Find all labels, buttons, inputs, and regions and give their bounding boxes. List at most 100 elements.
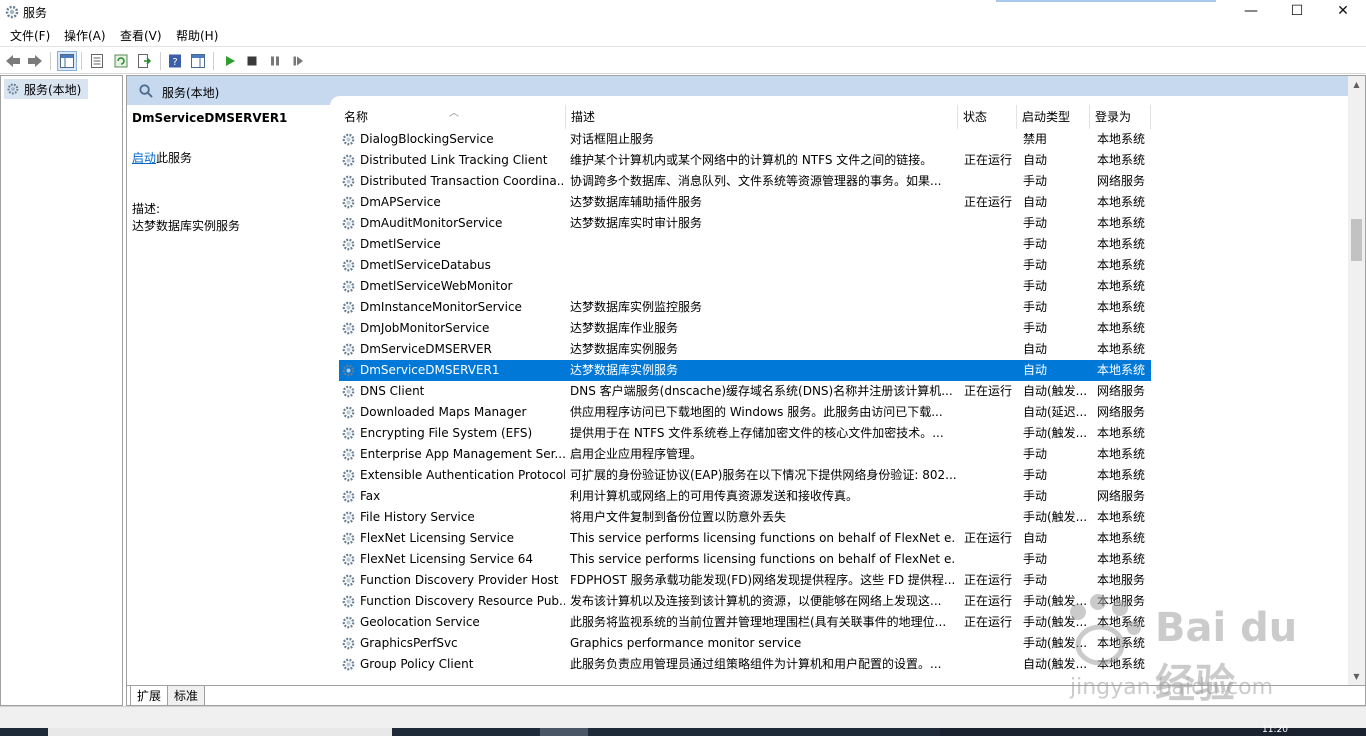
table-row[interactable]: GraphicsPerfSvc Graphics performance moni… [339,633,1151,654]
table-row[interactable]: DmetlServiceDatabus 手动 本地系统 [339,255,1151,276]
taskbar-tray [940,728,1366,736]
table-row[interactable]: FlexNet Licensing Service This service pe… [339,528,1151,549]
cell-logon: 本地系统 [1097,300,1146,314]
table-row[interactable]: Enterprise App Management Ser... 启用企业应用程序… [339,444,1151,465]
start-service-link[interactable]: 启动 [132,151,156,165]
cell-desc: 达梦数据库实例监控服务 [570,300,703,314]
refresh-icon[interactable] [111,51,131,71]
start-service-icon[interactable] [220,51,240,71]
cell-status [964,171,1019,192]
cell-name: Encrypting File System (EFS) [360,426,533,440]
cell-logon: 本地服务 [1097,573,1146,587]
cell-status [964,507,1019,528]
maximize-button[interactable]: ☐ [1274,0,1320,24]
help-icon[interactable]: ? [165,51,185,71]
column-header-name[interactable]: 名称 ︿ [339,105,566,129]
menu-view[interactable]: 查看(V) [120,27,162,44]
table-row-selected[interactable]: DmServiceDMSERVER1 达梦数据库实例服务 自动 本地系统 [339,360,1151,381]
table-row[interactable]: Geolocation Service 此服务将监视系统的当前位置并管理地理围栏(… [339,612,1151,633]
show-hide-tree-icon[interactable] [57,51,77,71]
table-row[interactable]: Function Discovery Provider Host FDPHOST … [339,570,1151,591]
cell-startup: 手动(触发... [1023,615,1088,629]
cell-desc: 达梦数据库作业服务 [570,321,679,335]
cell-desc: 达梦数据库实例服务 [570,363,679,377]
cell-status [964,486,1019,507]
back-icon[interactable] [3,51,23,71]
cell-status [964,255,1019,276]
close-button[interactable]: ✕ [1320,0,1366,24]
cell-name: DmJobMonitorService [360,321,490,335]
cell-logon: 本地系统 [1097,426,1146,440]
table-row[interactable]: DNS Client DNS 客户端服务(dnscache)缓存域名系统(DNS)… [339,381,1151,402]
table-row[interactable]: Function Discovery Resource Pub... 发布该计算机… [339,591,1151,612]
cell-name: DmetlServiceWebMonitor [360,279,513,293]
cell-startup: 自动 [1023,531,1048,545]
cell-status [964,654,1019,675]
cell-status [964,360,1019,381]
service-gear-icon [342,154,355,167]
pause-service-icon[interactable] [265,51,285,71]
tab-extended[interactable]: 扩展 [130,686,169,705]
column-header-description[interactable]: 描述 [566,105,958,129]
menu-action[interactable]: 操作(A) [64,27,106,44]
table-row[interactable]: FlexNet Licensing Service 64 This service… [339,549,1151,570]
table-row[interactable]: Encrypting File System (EFS) 提供用于在 NTFS 文… [339,423,1151,444]
column-header-startup-type[interactable]: 启动类型 [1017,105,1090,129]
service-gear-icon [342,448,355,461]
table-row[interactable]: DmInstanceMonitorService 达梦数据库实例监控服务 手动 本地系… [339,297,1151,318]
scroll-thumb[interactable] [1351,219,1362,261]
status-bar [0,706,1366,728]
cell-startup: 手动(触发... [1023,594,1088,608]
resume-service-icon[interactable] [288,51,308,71]
menu-file[interactable]: 文件(F) [10,27,50,44]
cell-startup: 手动 [1023,321,1048,335]
vertical-scrollbar[interactable]: ▲ ▼ [1348,76,1365,685]
cell-logon: 本地系统 [1097,468,1146,482]
column-header-status[interactable]: 状态 [958,105,1017,129]
show-hide-action-pane-icon[interactable] [188,51,208,71]
table-row[interactable]: DmetlService 手动 本地系统 [339,234,1151,255]
table-row[interactable]: Fax 利用计算机或网络上的可用传真资源发送和接收传真。 手动 网络服务 [339,486,1151,507]
selected-service-name: DmServiceDMSERVER1 [132,111,288,125]
cell-logon: 本地系统 [1097,447,1146,461]
table-row[interactable]: DialogBlockingService 对话框阻止服务 禁用 本地系统 [339,129,1151,150]
extended-details-panel: DmServiceDMSERVER1 启动此服务 描述: 达梦数据库实例服务 [127,105,330,685]
table-row[interactable]: DmJobMonitorService 达梦数据库作业服务 手动 本地系统 [339,318,1151,339]
title-accent-strip [996,0,1216,2]
cell-name: DmetlServiceDatabus [360,258,491,272]
cell-desc: 达梦数据库实时审计服务 [570,216,703,230]
cell-logon: 本地系统 [1097,510,1146,524]
column-header-name-label: 名称 [344,110,369,124]
scroll-down-icon[interactable]: ▼ [1348,668,1365,685]
table-row[interactable]: Distributed Transaction Coordina... 协调跨多个… [339,171,1151,192]
properties-icon[interactable] [87,51,107,71]
menu-help[interactable]: 帮助(H) [176,27,218,44]
table-row[interactable]: File History Service 将用户文件复制到备份位置以防意外丢失 手动… [339,507,1151,528]
service-gear-icon [342,343,355,356]
forward-icon[interactable] [25,51,45,71]
table-row[interactable]: Extensible Authentication Protocol 可扩展的身份… [339,465,1151,486]
cell-status [964,129,1019,150]
table-row[interactable]: DmAuditMonitorService 达梦数据库实时审计服务 手动 本地系统 [339,213,1151,234]
service-gear-icon [342,238,355,251]
service-gear-icon [342,259,355,272]
column-header-log-on-as[interactable]: 登录为 [1090,105,1151,129]
tree-item-services-local[interactable]: 服务(本地) [4,79,88,99]
scroll-up-icon[interactable]: ▲ [1348,76,1365,93]
tab-standard[interactable]: 标准 [167,686,206,705]
taskbar-active-app[interactable] [540,728,588,736]
export-list-icon[interactable] [134,51,154,71]
table-row[interactable]: Downloaded Maps Manager 供应用程序访问已下载地图的 Win… [339,402,1151,423]
toolbar-separator [81,52,82,70]
table-row[interactable]: DmAPService 达梦数据库辅助插件服务 正在运行 自动 本地系统 [339,192,1151,213]
table-row[interactable]: DmetlServiceWebMonitor 手动 本地系统 [339,276,1151,297]
cell-desc: FDPHOST 服务承载功能发现(FD)网络发现提供程序。这些 FD 提供程..… [570,573,956,587]
table-row[interactable]: Group Policy Client 此服务负责应用管理员通过组策略组件为计算机… [339,654,1151,675]
cell-name: DmAPService [360,195,441,209]
table-row[interactable]: Distributed Link Tracking Client 维护某个计算机内… [339,150,1151,171]
stop-service-icon[interactable] [242,51,262,71]
minimize-button[interactable]: — [1228,0,1274,24]
taskbar-search-box[interactable] [48,728,392,736]
service-gear-icon [342,595,355,608]
table-row[interactable]: DmServiceDMSERVER 达梦数据库实例服务 自动 本地系统 [339,339,1151,360]
